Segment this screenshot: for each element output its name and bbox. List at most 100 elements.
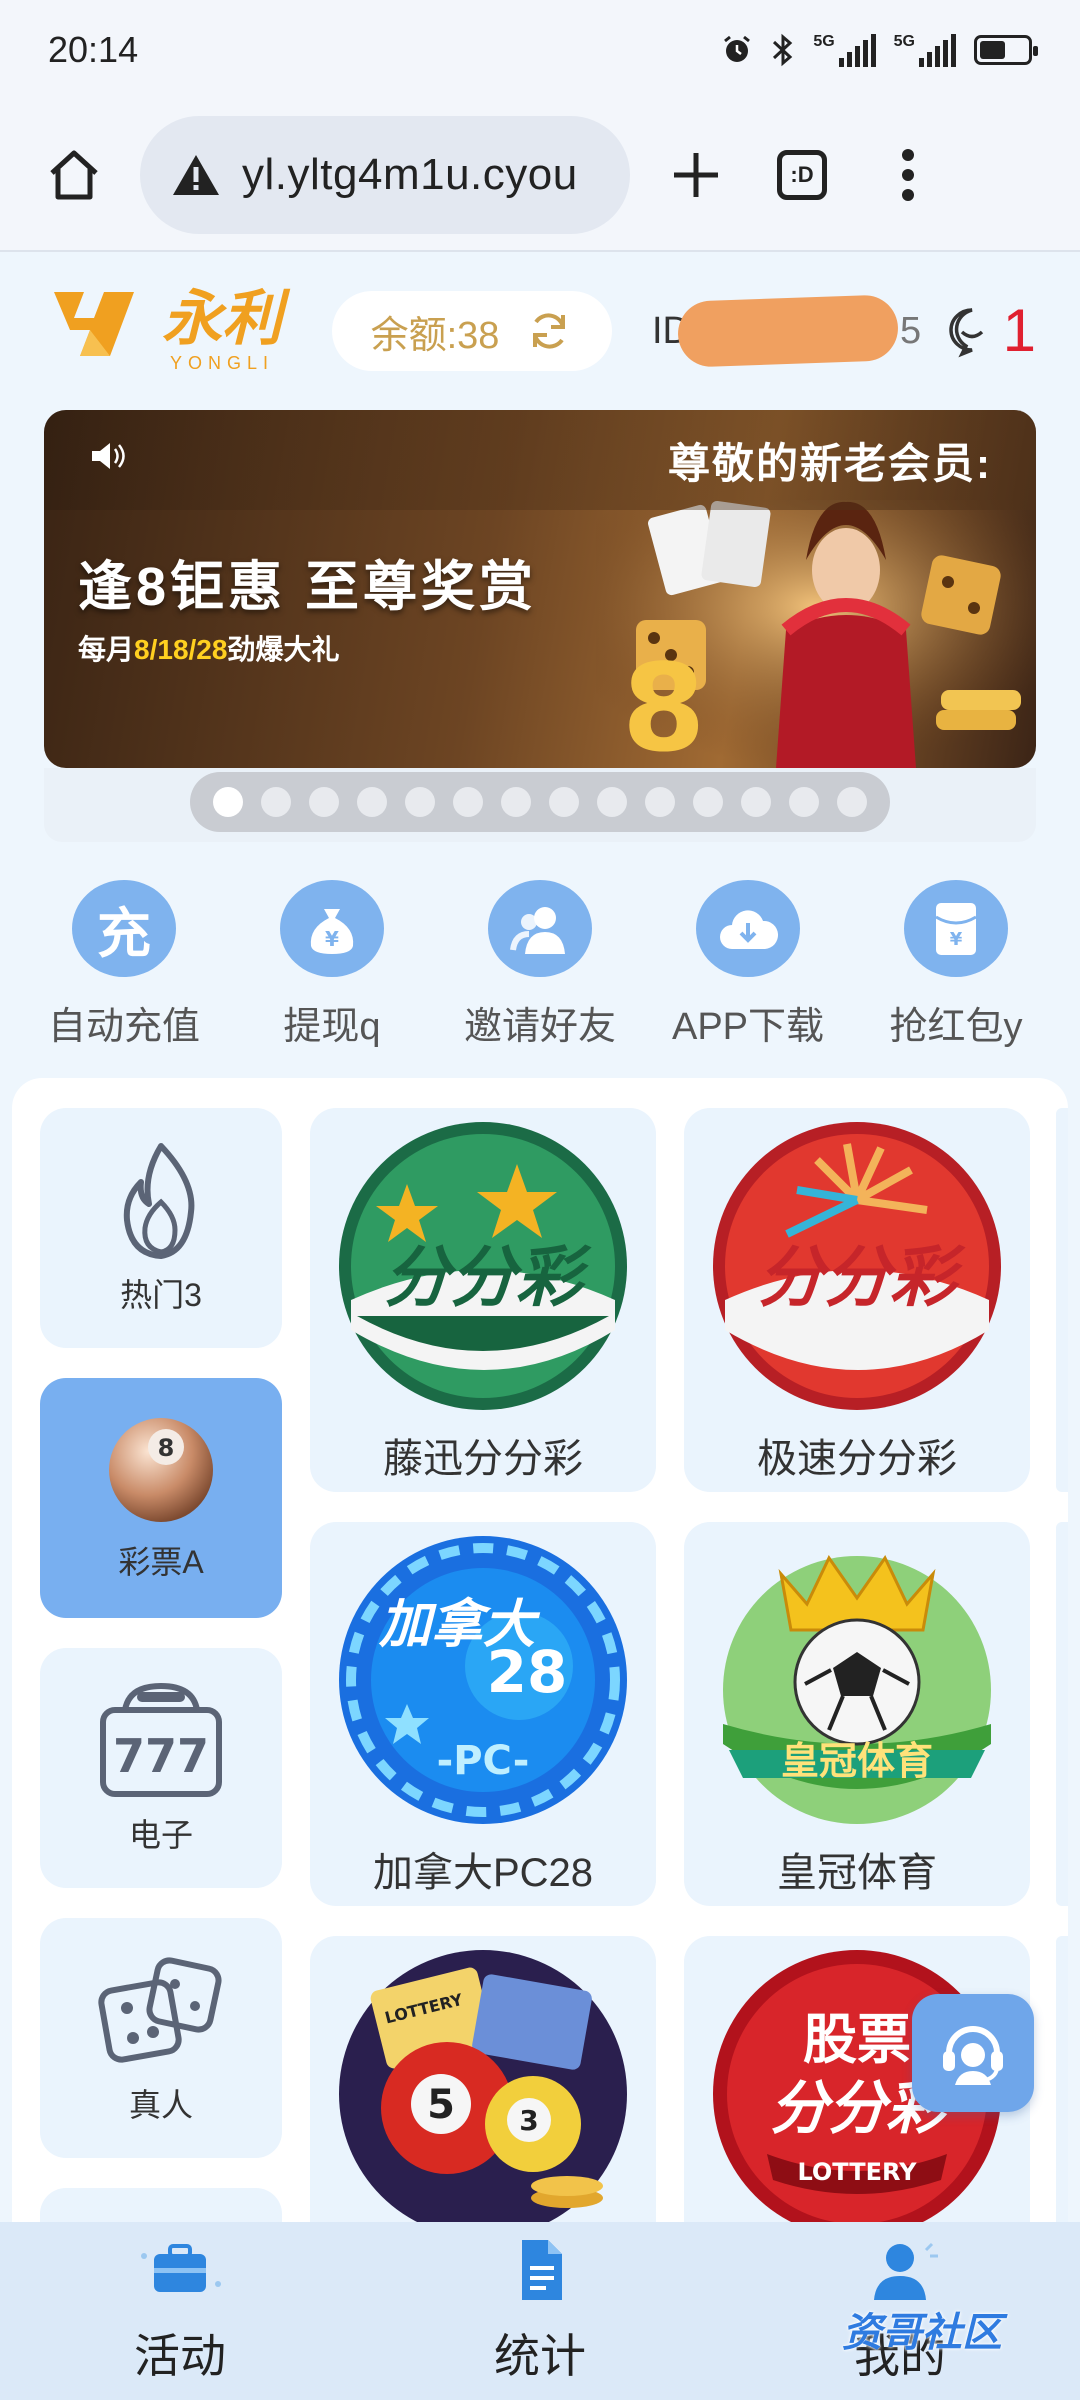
speaker-icon [88,439,128,482]
message-count-badge: 1 [1002,297,1036,364]
banner-dot[interactable] [837,787,867,817]
bluetooth-icon [773,33,793,67]
svg-text:777: 777 [113,1729,209,1783]
category-label: 电子 [128,1817,193,1853]
refresh-icon[interactable] [525,307,573,355]
tile-art-number: 28 [487,1638,568,1706]
game-tile-tengxun[interactable]: 分分彩 藤迅分分彩 [310,1108,656,1492]
balance-text: 余额:38 [370,314,500,357]
signal-1: 5G [813,33,876,67]
quick-actions: 充 自动充值 ¥ 提现q 邀请好友 APP下载 ¥ 抢红包y [0,880,1080,1050]
nav-statistics[interactable]: 统计 [390,2222,690,2386]
warning-icon[interactable] [170,152,222,198]
tile-art-text: 皇冠体育 [781,1739,933,1783]
dice-icon [98,1957,222,2063]
canada-pc28-logo-icon: 加拿大 28 -PC- [339,1536,627,1824]
ffc-red-logo-icon: 分分彩 [713,1122,1001,1410]
category-label: 彩票A [118,1544,204,1580]
home-button[interactable] [34,135,114,215]
red-envelope-icon: ¥ [904,880,1008,977]
svg-text:¥: ¥ [325,927,339,951]
id-redaction [676,293,900,368]
more-vert-icon [902,149,914,201]
banner-subtitle: 每月8/18/28劲爆大礼 [78,628,339,668]
banner-dot[interactable] [213,787,243,817]
quick-action-withdraw[interactable]: ¥ 提现q [232,880,432,1050]
banner-dot[interactable] [405,787,435,817]
quick-action-recharge[interactable]: 充 自动充值 [24,880,224,1050]
id-suffix: 5 [900,309,922,352]
logo-english: YONGLI [169,352,275,373]
banner-dot[interactable] [741,787,771,817]
quick-action-invite[interactable]: 邀请好友 [440,880,640,1050]
category-slots[interactable]: 777 电子 [40,1648,282,1888]
banner-dot[interactable] [501,787,531,817]
game-tile-jisu[interactable]: 分分彩 极速分分彩 [684,1108,1030,1492]
svg-text:5: 5 [427,2082,455,2128]
banner-dot[interactable] [645,787,675,817]
app-header: 永利 YONGLI 余额:38 ID 5 1 [0,256,1080,406]
tile-art-text: 分分彩 [758,1239,966,1316]
balance-pill: 余额:38 [332,291,612,371]
overflow-menu-button[interactable] [868,135,948,215]
status-bar: 20:14 5G 5G [0,0,1080,100]
category-hot[interactable]: 热门3 [40,1108,282,1348]
game-tile-canada28[interactable]: 加拿大 28 -PC- 加拿大PC28 [310,1522,656,1906]
quick-action-red-envelope[interactable]: ¥ 抢红包y [856,880,1056,1050]
quick-action-label: 提现q [283,1006,381,1048]
tabs-icon: :D [777,150,827,200]
nav-label: 统计 [494,2330,586,2382]
address-bar[interactable]: yl.yltg4m1u.cyou [140,116,630,234]
tile-art-text: 分分彩 [384,1239,592,1316]
tile-art-tag: -PC- [437,1738,530,1784]
banner-dot[interactable] [357,787,387,817]
invite-friends-icon [488,880,592,977]
banner-dot[interactable] [789,787,819,817]
grid-overflow-edge [1056,1522,1068,1906]
category-label: 真人 [128,2087,193,2123]
game-label: 皇冠体育 [777,1851,937,1895]
banner-dot[interactable] [597,787,627,817]
network-type-1: 5G [813,33,835,50]
briefcase-icon [141,2244,221,2292]
game-tile-crown-sports[interactable]: 皇冠体育 皇冠体育 [684,1522,1030,1906]
tab-switcher-button[interactable]: :D [762,135,842,215]
category-sidebar: 热门3 8 彩票A 777 电子 真人 [40,1108,282,2278]
notice-bar: 尊敬的新老会员: [44,410,1036,510]
banner-dot[interactable] [549,787,579,817]
flame-icon [123,1143,195,1259]
quick-action-app-download[interactable]: APP下载 [648,880,848,1050]
quick-action-label: 自动充值 [47,1006,200,1048]
home-icon [50,150,98,200]
promo-banner[interactable]: 8 尊敬的新老会员: 逢8钜惠 至尊奖赏 每月8/18/28劲爆大礼 [44,410,1036,768]
messages-button[interactable]: 1 [945,301,1036,361]
url-text: yl.yltg4m1u.cyou [242,150,578,199]
status-time: 20:14 [48,29,139,70]
banner-dot[interactable] [693,787,723,817]
crown-sports-logo-icon: 皇冠体育 [723,1555,991,1824]
banner-subtitle-prefix: 每月 [78,634,135,665]
signal-2: 5G [894,33,956,67]
banner-dot[interactable] [453,787,483,817]
category-lottery[interactable]: 8 彩票A [40,1378,282,1618]
game-label: 加拿大PC28 [372,1851,594,1895]
status-icons: 5G 5G [721,33,1038,67]
yongli-logo[interactable]: 永利 YONGLI [44,284,314,379]
slot-777-icon: 777 [100,1682,222,1797]
svg-text:¥: ¥ [950,929,963,950]
headset-icon [943,2026,1003,2085]
document-icon [522,2240,562,2300]
new-tab-button[interactable] [656,135,736,215]
plus-icon [674,153,718,197]
quick-action-label: 抢红包y [889,1006,1023,1048]
game-label: 藤迅分分彩 [383,1437,583,1481]
category-live[interactable]: 真人 [40,1918,282,2158]
quick-action-label: 邀请好友 [463,1006,616,1048]
notice-text: 尊敬的新老会员: [668,439,992,487]
customer-support-button[interactable] [912,1994,1034,2112]
nav-activity[interactable]: 活动 [30,2222,330,2386]
svg-text:8: 8 [622,640,706,768]
banner-subtitle-suffix: 劲爆大礼 [227,634,340,665]
banner-dot[interactable] [309,787,339,817]
banner-dot[interactable] [261,787,291,817]
